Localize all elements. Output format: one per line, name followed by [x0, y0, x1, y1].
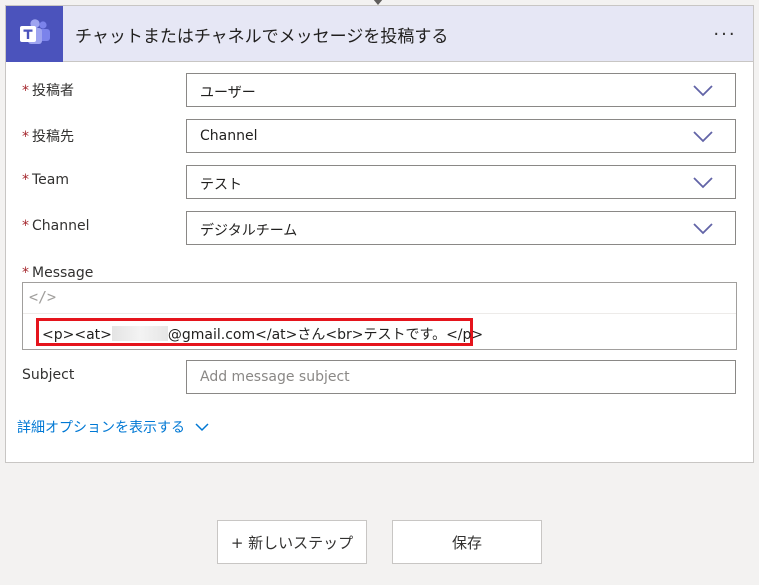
field-label-poster: * 投稿者 — [22, 83, 74, 99]
team-dropdown-value: テスト — [200, 177, 242, 193]
chevron-down-icon — [693, 85, 713, 97]
field-label-subject: Subject — [22, 367, 75, 383]
message-text-before: <p><at> — [42, 327, 112, 343]
more-options-button[interactable]: ··· — [706, 20, 744, 48]
message-toolbar: </> — [23, 283, 736, 314]
more-icon: ··· — [713, 23, 737, 45]
message-text: <p><at> @gmail.com</at>さん<br>テストです。</p> — [42, 324, 483, 344]
advanced-options-label: 詳細オプションを表示する — [17, 420, 185, 436]
team-dropdown[interactable]: テスト — [186, 165, 736, 199]
channel-dropdown-value: デジタルチーム — [200, 223, 298, 239]
post-in-dropdown[interactable]: Channel — [186, 119, 736, 153]
message-input[interactable]: <p><at> @gmail.com</at>さん<br>テストです。</p> — [23, 315, 736, 349]
action-card: チャットまたはチャネルでメッセージを投稿する ··· * 投稿者 ユーザー * 投稿… — [5, 5, 754, 463]
chevron-down-icon — [693, 131, 713, 143]
required-mark: * — [22, 83, 29, 99]
action-card-title: チャットまたはチャネルでメッセージを投稿する — [75, 27, 449, 47]
required-mark: * — [22, 129, 29, 145]
poster-dropdown[interactable]: ユーザー — [186, 73, 736, 107]
subject-input[interactable] — [186, 360, 736, 394]
code-view-icon[interactable]: </> — [29, 288, 57, 308]
required-mark: * — [22, 265, 29, 281]
redacted-email — [111, 326, 168, 341]
field-label-team: * Team — [22, 172, 70, 188]
field-label-message: * Message — [22, 265, 94, 281]
required-mark: * — [22, 218, 29, 234]
message-text-after: @gmail.com</at>さん<br>テストです。</p> — [167, 327, 484, 343]
required-mark: * — [22, 172, 29, 188]
new-step-button[interactable]: + 新しいステップ — [217, 520, 367, 564]
channel-dropdown[interactable]: デジタルチーム — [186, 211, 736, 245]
chevron-down-icon — [693, 223, 713, 235]
teams-icon — [6, 6, 63, 62]
show-advanced-options-link[interactable]: 詳細オプションを表示する — [17, 417, 209, 437]
poster-dropdown-value: ユーザー — [200, 85, 256, 101]
action-card-header[interactable]: チャットまたはチャネルでメッセージを投稿する ··· — [6, 6, 753, 62]
message-editor-box: </> <p><at> @gmail.com</at>さん<br>テストです。</… — [22, 282, 737, 350]
post-in-dropdown-value: Channel — [200, 128, 258, 144]
field-label-post-in: * 投稿先 — [22, 129, 74, 145]
chevron-down-icon — [693, 177, 713, 189]
chevron-down-icon — [195, 422, 209, 431]
field-label-channel: * Channel — [22, 218, 90, 234]
save-button[interactable]: 保存 — [392, 520, 542, 564]
